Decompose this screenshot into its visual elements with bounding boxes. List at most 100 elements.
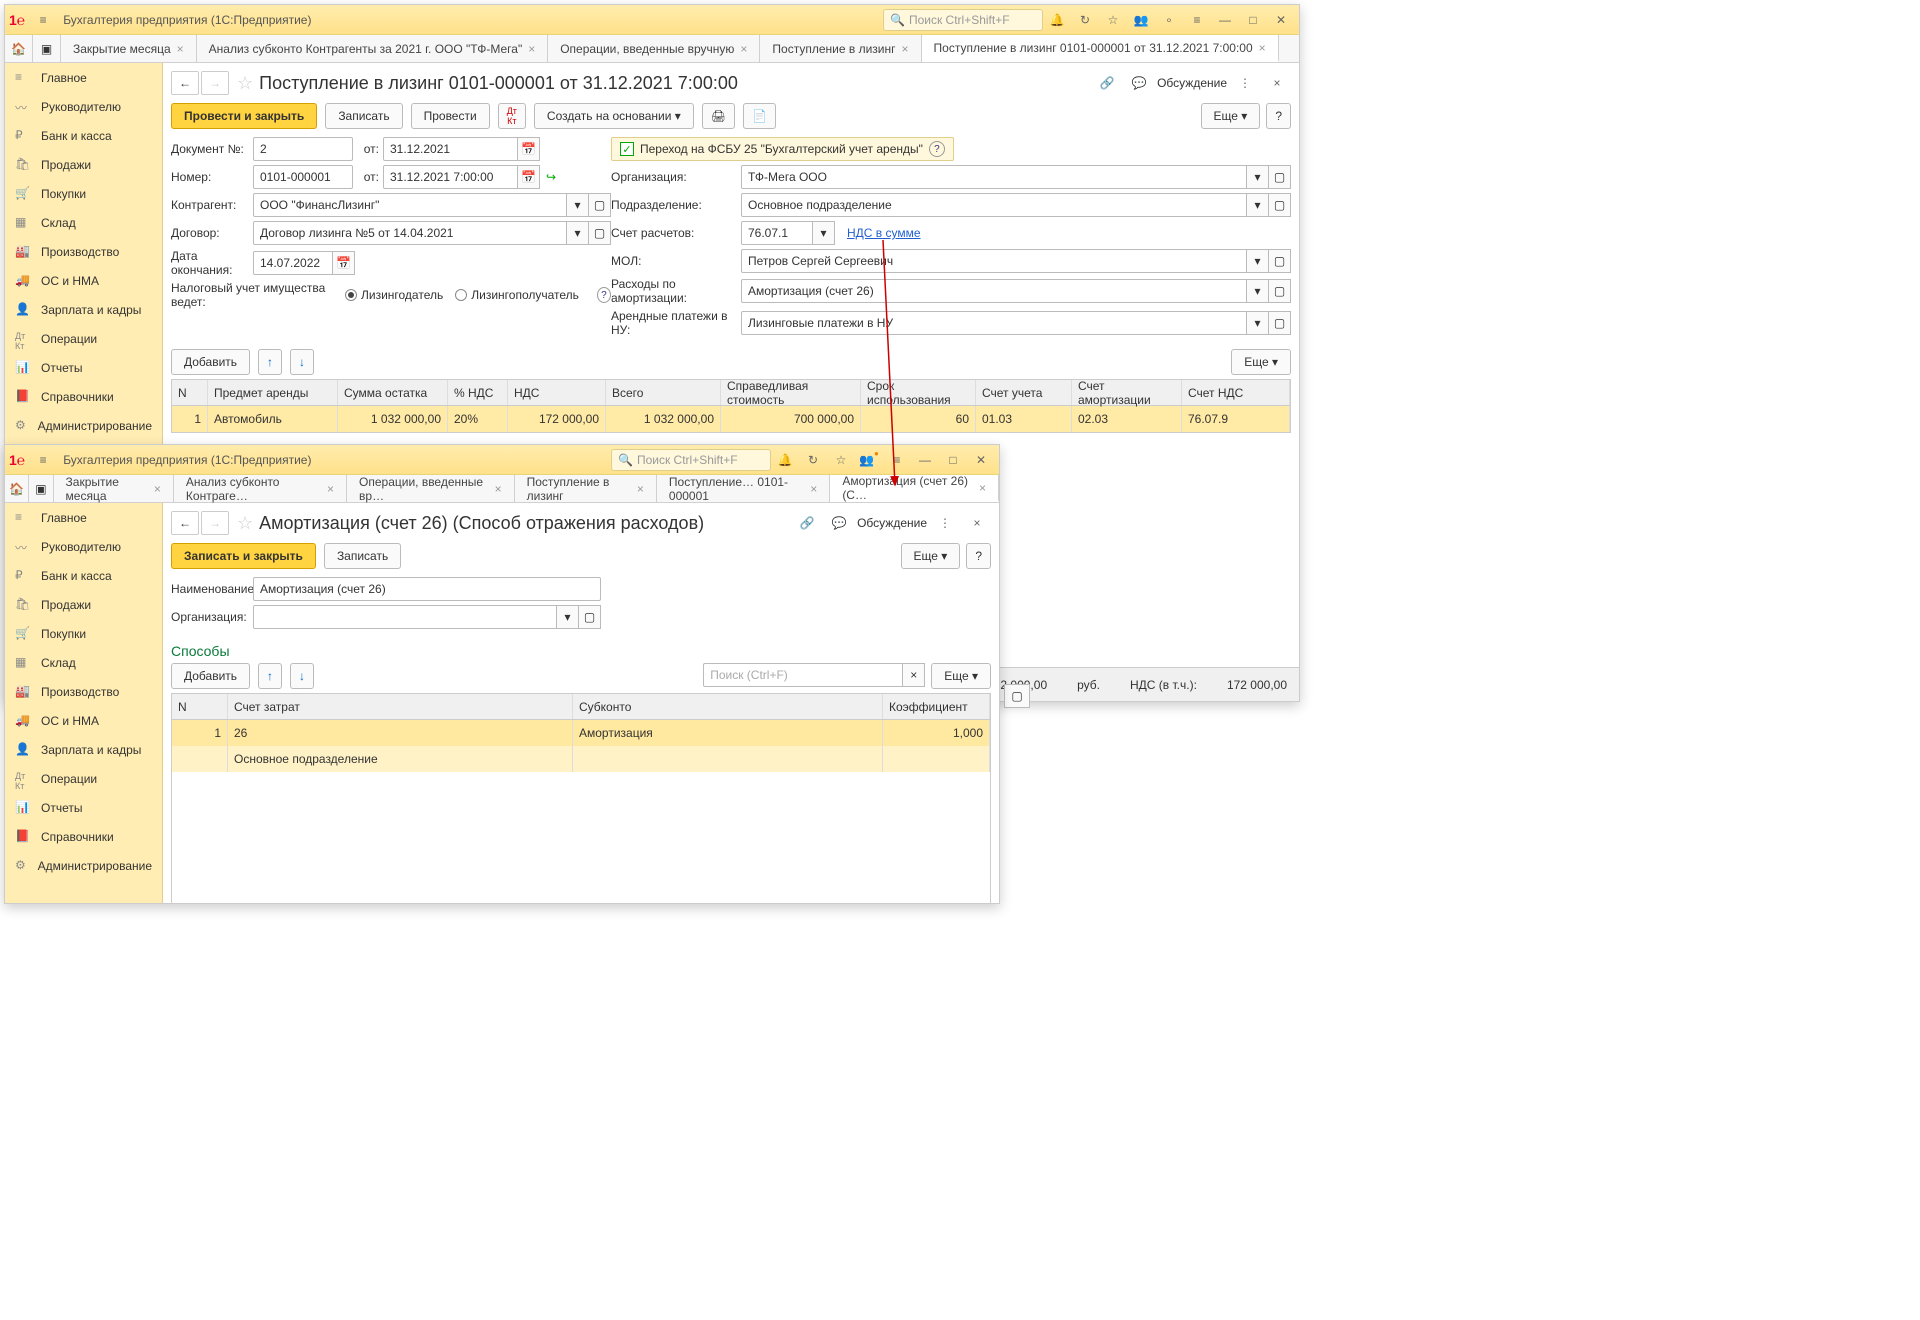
table-row[interactable]: Основное подразделение	[172, 746, 990, 772]
global-search[interactable]: 🔍 Поиск Ctrl+Shift+F	[883, 9, 1043, 31]
sidebar-item-sales[interactable]: 🛍Продажи	[5, 590, 162, 619]
back-button[interactable]: ←	[171, 71, 199, 95]
close-icon[interactable]: ✕	[969, 448, 993, 472]
bell-icon[interactable]: 🔔	[1045, 8, 1069, 32]
open-icon[interactable]: ▢	[1269, 311, 1291, 335]
tab-operations[interactable]: Операции, введенные вручную×	[548, 35, 760, 62]
discussion-icon[interactable]: 💬	[827, 511, 851, 535]
calendar-icon[interactable]: 📅	[518, 165, 540, 189]
tab-leasing[interactable]: Поступление в лизинг×	[760, 35, 921, 62]
close-icon[interactable]: ✕	[1269, 8, 1293, 32]
panels-tab[interactable]: ▣	[29, 475, 53, 502]
bell-icon[interactable]: 🔔	[773, 448, 797, 472]
maximize-icon[interactable]: □	[941, 448, 965, 472]
forward-button[interactable]: →	[201, 71, 229, 95]
more-icon[interactable]: ⋮	[933, 511, 957, 535]
maximize-icon[interactable]: □	[1241, 8, 1265, 32]
sidebar-item-hr[interactable]: 👤Зарплата и кадры	[5, 295, 162, 324]
th-n[interactable]: N	[172, 380, 208, 405]
post-close-button[interactable]: Провести и закрыть	[171, 103, 317, 129]
hamburger-icon[interactable]: ≡	[31, 8, 55, 32]
open-icon[interactable]: ▢	[1269, 279, 1291, 303]
dropdown-icon[interactable]: ▾	[1247, 193, 1269, 217]
more-button[interactable]: Еще ▾	[1201, 103, 1261, 129]
sidebar-item-refs[interactable]: 📕Справочники	[5, 382, 162, 411]
th-item[interactable]: Предмет аренды	[208, 380, 338, 405]
history-icon[interactable]: ↻	[1073, 8, 1097, 32]
sidebar-item-refs[interactable]: 📕Справочники	[5, 822, 162, 851]
sidebar-item-admin[interactable]: ⚙Администрирование	[5, 851, 162, 880]
tab-closing[interactable]: Закрытие месяца×	[54, 475, 174, 502]
org-input[interactable]	[253, 605, 557, 629]
compass-icon[interactable]: ∘	[1157, 8, 1181, 32]
sidebar-item-manager[interactable]: 〰Руководителю	[5, 532, 162, 561]
th-sum[interactable]: Сумма остатка	[338, 380, 448, 405]
users-icon[interactable]: 👥	[1129, 8, 1153, 32]
dropdown-icon[interactable]: ▾	[813, 221, 835, 245]
help-icon[interactable]: ?	[929, 141, 945, 157]
sidebar-item-manager[interactable]: 〰Руководителю	[5, 92, 162, 121]
sidebar-item-purchase[interactable]: 🛒Покупки	[5, 619, 162, 648]
th-ndsacc[interactable]: Счет НДС	[1182, 380, 1290, 405]
sidebar-item-production[interactable]: 🏭Производство	[5, 237, 162, 266]
sidebar-item-reports[interactable]: 📊Отчеты	[5, 793, 162, 822]
th-nds[interactable]: НДС	[508, 380, 606, 405]
open-icon[interactable]: ▢	[1004, 684, 1030, 708]
sidebar-item-assets[interactable]: 🚚ОС и НМА	[5, 266, 162, 295]
clear-icon[interactable]: ×	[903, 663, 925, 687]
tab-closing[interactable]: Закрытие месяца×	[61, 35, 197, 62]
close-icon[interactable]: ×	[528, 42, 535, 56]
open-icon[interactable]: ▢	[589, 221, 611, 245]
star-icon[interactable]: ☆	[829, 448, 853, 472]
filter-icon[interactable]: ≡	[885, 448, 909, 472]
create-based-button[interactable]: Создать на основании ▾	[534, 103, 694, 129]
sidebar-item-main[interactable]: ≡Главное	[5, 63, 162, 92]
dropdown-icon[interactable]: ▾	[1247, 311, 1269, 335]
sidebar-item-warehouse[interactable]: ▦Склад	[5, 648, 162, 677]
name-input[interactable]: Амортизация (счет 26)	[253, 577, 601, 601]
minimize-icon[interactable]: —	[1213, 8, 1237, 32]
more-button[interactable]: Еще ▾	[901, 543, 961, 569]
nu-input[interactable]: Лизинговые платежи в НУ	[741, 311, 1247, 335]
table-more-button[interactable]: Еще ▾	[931, 663, 991, 689]
podr-input[interactable]: Основное подразделение	[741, 193, 1247, 217]
check-icon[interactable]: ↪	[546, 170, 556, 184]
tab-analysis[interactable]: Анализ субконто Контрагенты за 2021 г. О…	[197, 35, 549, 62]
forward-button[interactable]: →	[201, 511, 229, 535]
end-input[interactable]: 14.07.2022	[253, 251, 333, 275]
report-button[interactable]: 📄	[743, 103, 776, 129]
dropdown-icon[interactable]: ▾	[567, 221, 589, 245]
sidebar-item-operations[interactable]: ДтКтОперации	[5, 764, 162, 793]
th-acc[interactable]: Счет затрат	[228, 694, 573, 719]
post-button[interactable]: Провести	[411, 103, 490, 129]
record-button[interactable]: Записать	[325, 103, 402, 129]
back-button[interactable]: ←	[171, 511, 199, 535]
dtkt-button[interactable]: ДтКт	[498, 103, 526, 129]
calendar-icon[interactable]: 📅	[518, 137, 540, 161]
sidebar-item-reports[interactable]: 📊Отчеты	[5, 353, 162, 382]
sidebar-item-warehouse[interactable]: ▦Склад	[5, 208, 162, 237]
sidebar-item-purchase[interactable]: 🛒Покупки	[5, 179, 162, 208]
th-coef[interactable]: Коэффициент	[883, 694, 990, 719]
dropdown-icon[interactable]: ▾	[1247, 279, 1269, 303]
th-acc[interactable]: Счет учета	[976, 380, 1072, 405]
radio-lessee[interactable]: Лизингополучатель	[455, 288, 579, 302]
th-n[interactable]: N	[172, 694, 228, 719]
th-fair[interactable]: Справедливая стоимость	[721, 380, 861, 405]
sidebar-item-bank[interactable]: ₽Банк и касса	[5, 561, 162, 590]
add-button[interactable]: Добавить	[171, 349, 250, 375]
move-down-button[interactable]: ↓	[290, 349, 314, 375]
close-icon[interactable]: ×	[177, 42, 184, 56]
tab-ops[interactable]: Операции, введенные вр…×	[347, 475, 515, 502]
record-button[interactable]: Записать	[324, 543, 401, 569]
sidebar-item-hr[interactable]: 👤Зарплата и кадры	[5, 735, 162, 764]
fsbu-checkbox[interactable]: ✓ Переход на ФСБУ 25 "Бухгалтерский учет…	[611, 137, 954, 161]
sidebar-item-main[interactable]: ≡Главное	[5, 503, 162, 532]
open-icon[interactable]: ▢	[589, 193, 611, 217]
date1-input[interactable]: 31.12.2021	[383, 137, 518, 161]
link-icon[interactable]: 🔗	[795, 511, 819, 535]
radio-lessor[interactable]: Лизингодатель	[345, 288, 443, 302]
close-icon[interactable]: ×	[902, 42, 909, 56]
org-input[interactable]: ТФ-Мега ООО	[741, 165, 1247, 189]
dog-input[interactable]: Договор лизинга №5 от 14.04.2021	[253, 221, 567, 245]
